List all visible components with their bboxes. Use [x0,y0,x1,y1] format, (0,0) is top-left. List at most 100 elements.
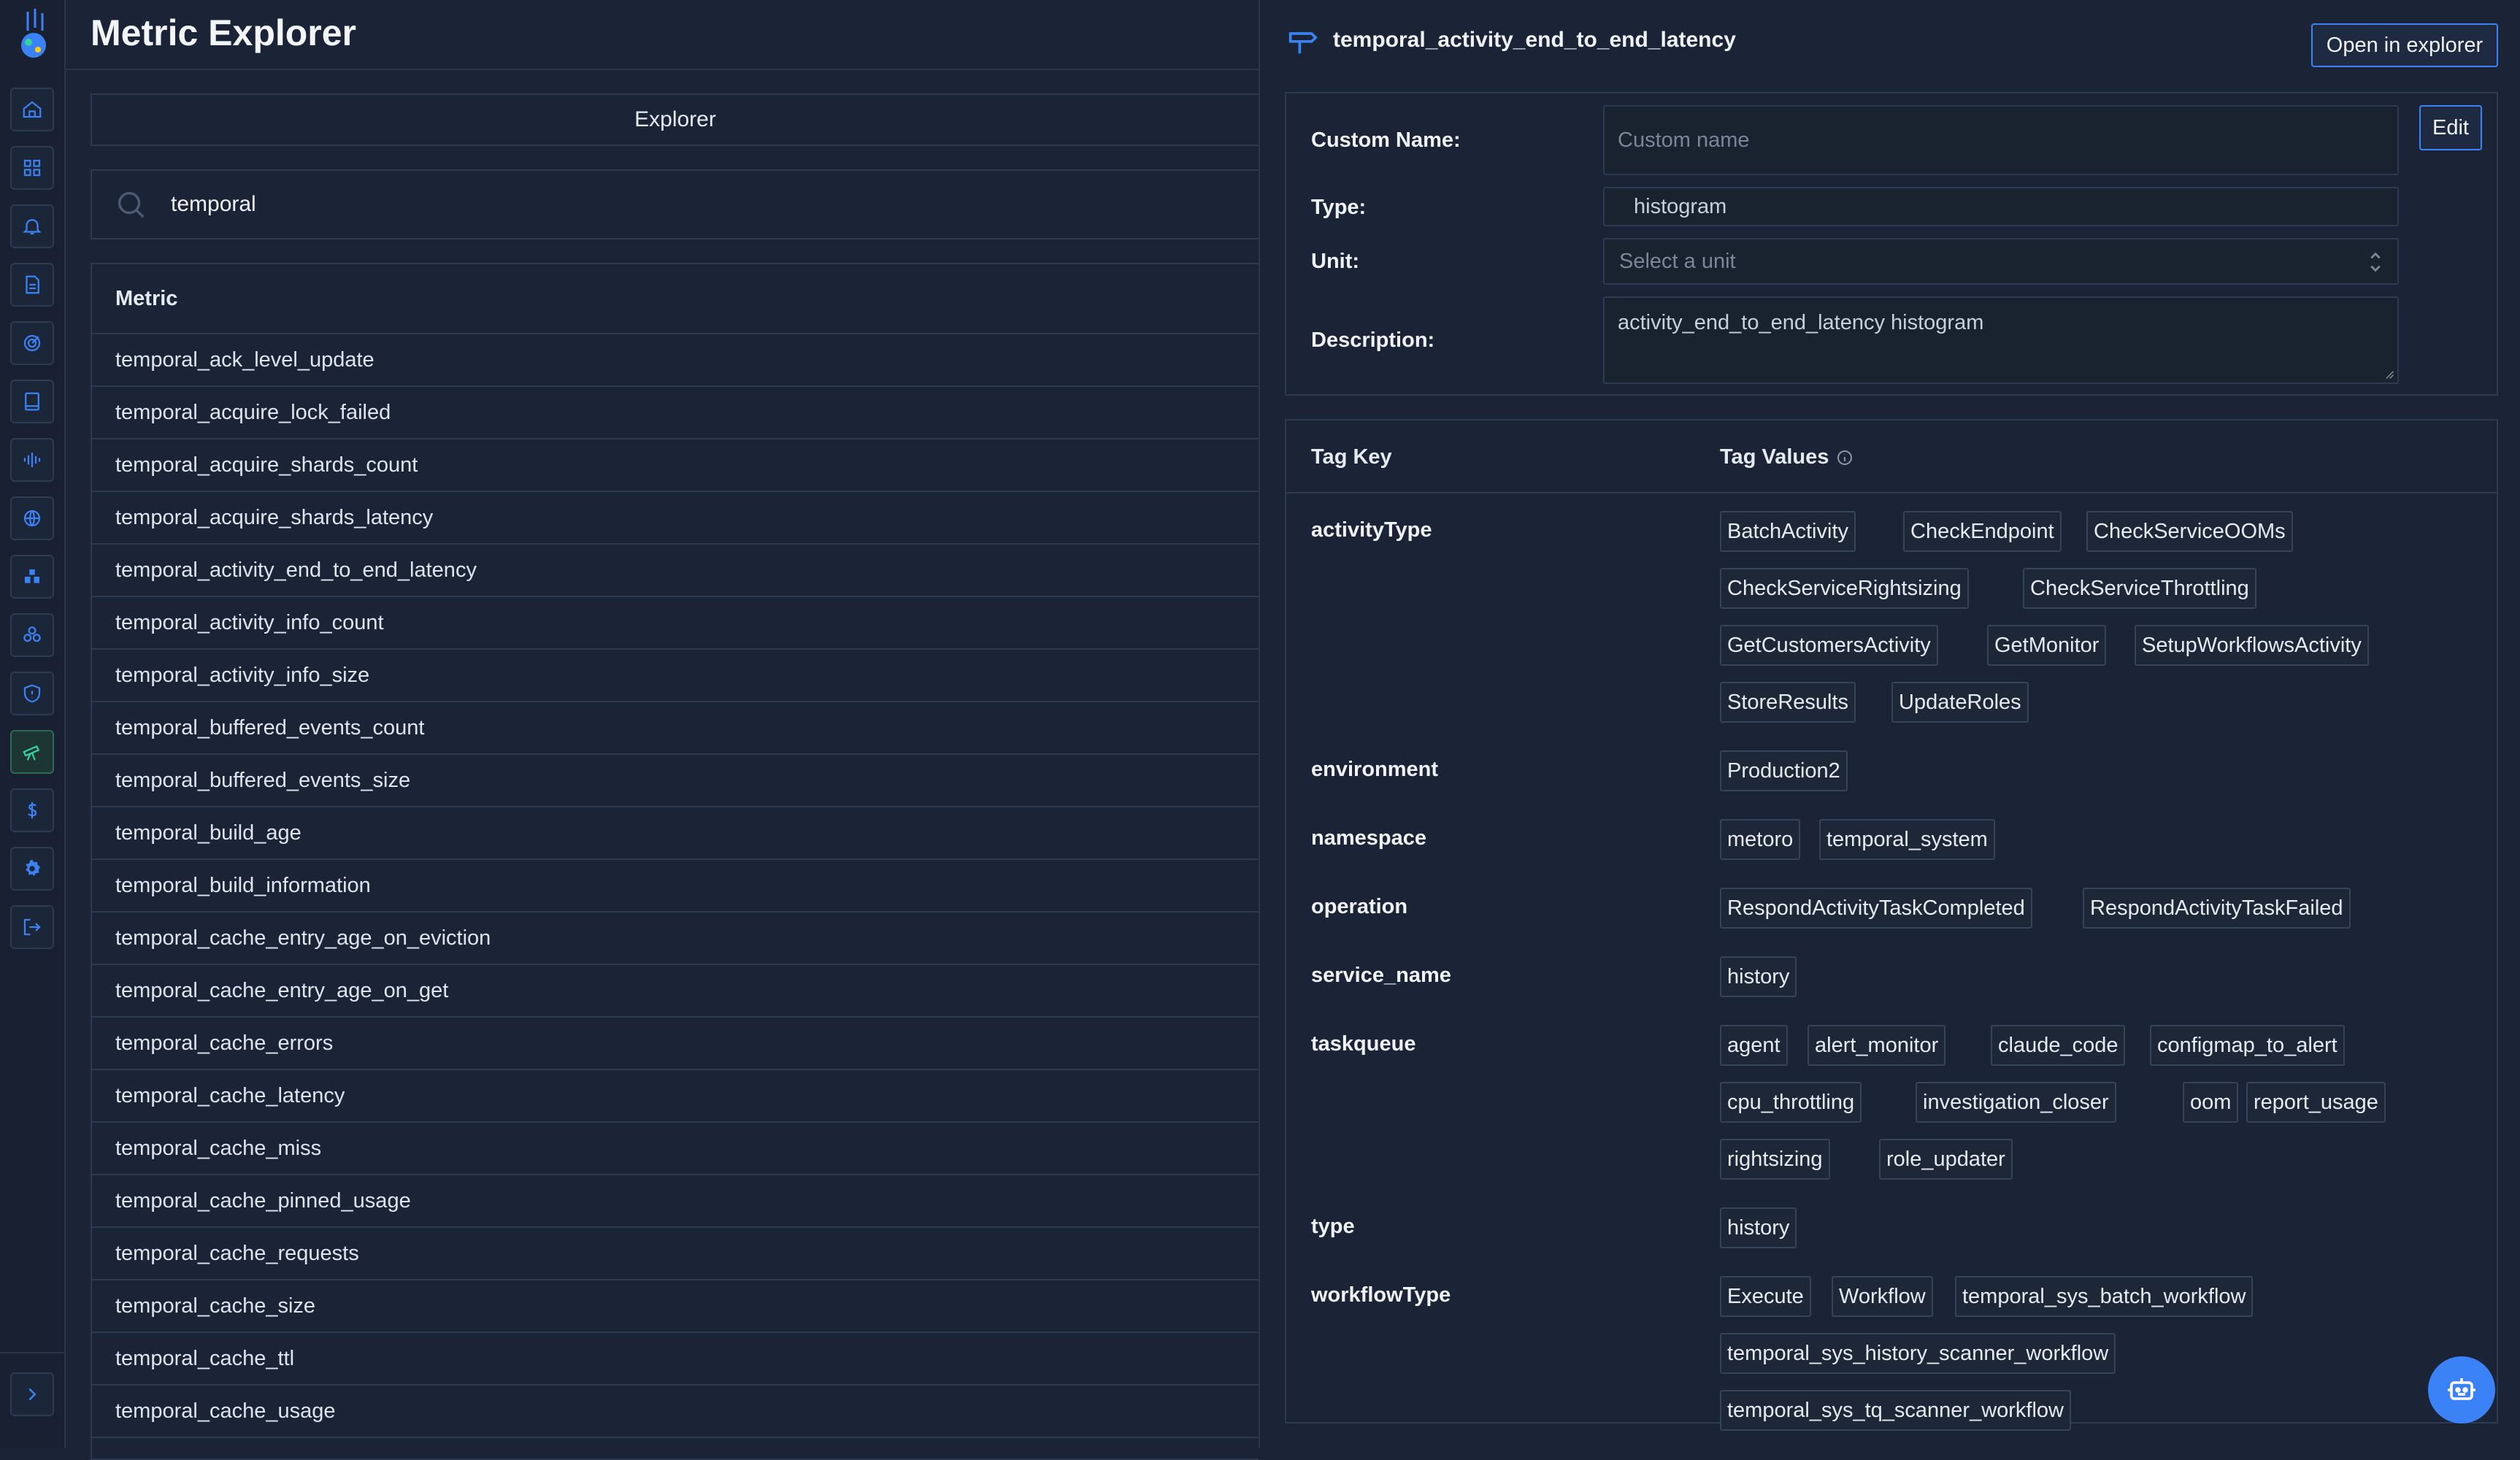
sidebar-item-docs[interactable] [10,380,54,423]
metric-row[interactable]: temporal_cache_latency [92,1070,1259,1123]
tag-value-chip[interactable]: temporal_sys_tq_scanner_workflow [1720,1390,2071,1431]
gear-icon [26,859,41,876]
sidebar-item-network[interactable] [10,496,54,540]
type-label: Type: [1311,196,1367,219]
metric-row[interactable]: temporal_cache_requests [92,1228,1259,1280]
tag-value-chip[interactable]: Production2 [1720,750,1848,791]
sidebar-item-billing[interactable] [10,788,54,832]
tag-value-chip[interactable]: temporal_system [1819,819,1995,860]
metric-row[interactable]: temporal_cache_size [92,1280,1259,1333]
tag-value-chip[interactable]: oom [2183,1082,2239,1123]
open-in-explorer-button[interactable]: Open in explorer [2311,23,2498,67]
metric-row[interactable]: temporal_buffered_events_count [92,702,1259,755]
metric-row[interactable]: temporal_cache_ttl [92,1333,1259,1386]
tag-value-chip[interactable]: rightsizing [1720,1139,1830,1180]
shield-icon [23,684,41,703]
tag-value-chip[interactable]: history [1720,956,1797,997]
tag-value-chip[interactable]: CheckEndpoint [1903,511,2062,552]
unit-label: Unit: [1311,250,1360,273]
sidebar-item-alerts[interactable] [10,204,54,248]
sidebar-expand-button[interactable] [10,1372,54,1416]
tag-value-chip[interactable]: RespondActivityTaskCompleted [1720,888,2032,929]
tag-value-chip[interactable]: temporal_sys_batch_workflow [1955,1276,2254,1317]
resize-grip-icon[interactable] [2383,368,2394,380]
description-label: Description: [1311,328,1435,352]
sidebar-item-dashboards[interactable] [10,146,54,190]
tag-key: namespace [1311,826,1426,850]
tag-value-chip[interactable]: StoreResults [1720,682,1856,723]
metric-row[interactable]: temporal_build_information [92,860,1259,912]
metric-row[interactable]: temporal_cache_entry_age_on_get [92,965,1259,1018]
metric-row[interactable]: temporal_acquire_shards_count [92,439,1259,492]
metric-row[interactable]: temporal_activity_info_count [92,597,1259,650]
tag-key: operation [1311,895,1408,918]
metric-row[interactable]: temporal_cache_errors [92,1018,1259,1070]
telescope-icon [23,745,40,761]
metric-row[interactable]: temporal_cache_miss [92,1123,1259,1175]
metric-row[interactable]: temporal_ack_level_update [92,334,1259,387]
sidebar-item-traces[interactable] [10,321,54,365]
sidebar-item-services[interactable] [10,613,54,657]
sidebar-item-home[interactable] [10,88,54,131]
metric-row[interactable]: temporal_activity_end_to_end_latency [92,545,1259,597]
tab-explorer[interactable]: Explorer [91,93,1259,146]
tag-value-chip[interactable]: Execute [1720,1276,1811,1317]
tag-value-chip[interactable]: Workflow [1832,1276,1933,1317]
metric-row[interactable]: temporal_cache_usage [92,1386,1259,1438]
tag-value-chip[interactable]: UpdateRoles [1891,682,2029,723]
custom-name-input[interactable]: Custom name [1603,105,2399,175]
tag-value-chip[interactable]: BatchActivity [1720,511,1856,552]
tag-value-chip[interactable]: investigation_closer [1916,1082,2116,1123]
robot-icon [2448,1378,2475,1400]
sidebar-item-infrastructure[interactable] [10,555,54,599]
sidebar-item-logs[interactable] [10,263,54,307]
sidebar-item-metric-explorer[interactable] [10,730,54,774]
tag-value-chip[interactable]: SetupWorkflowsActivity [2135,625,2369,666]
info-icon[interactable] [1836,449,1853,466]
metric-row[interactable]: temporal_build_age [92,807,1259,860]
hexagons-icon [23,626,41,642]
edit-button[interactable]: Edit [2419,105,2482,150]
tag-value-chip[interactable]: claude_code [1991,1025,2126,1066]
tag-value-chip[interactable]: RespondActivityTaskFailed [2083,888,2351,929]
metric-table: Metric temporal_ack_level_update temporal… [91,263,1259,1460]
search-box [91,169,1259,239]
tag-value-chip[interactable]: GetMonitor [1987,625,2107,666]
type-field: histogram [1603,187,2399,226]
metric-row[interactable]: temporal_acquire_lock_failed [92,387,1259,439]
metric-row[interactable]: temporal_cache_pinned_usage [92,1175,1259,1228]
dollar-icon [28,802,37,819]
sidebar-item-profiling[interactable] [10,438,54,482]
tag-value-chip[interactable]: alert_monitor [1808,1025,1946,1066]
tag-value-chip[interactable]: CheckServiceOOMs [2086,511,2293,552]
sidebar [0,0,66,1448]
metric-column-header: Metric [92,264,1259,334]
tag-value-chip[interactable]: GetCustomersActivity [1720,625,1938,666]
metric-row[interactable]: temporal_activity_info_size [92,650,1259,702]
assistant-button[interactable] [2428,1356,2495,1424]
tag-value-chip[interactable]: configmap_to_alert [2150,1025,2345,1066]
search-input[interactable] [169,191,1121,218]
tag-value-chip[interactable]: metoro [1720,819,1801,860]
header-divider [66,69,1259,70]
metric-title: temporal_activity_end_to_end_latency [1333,28,1736,52]
unit-select[interactable]: Select a unit [1603,238,2399,285]
tag-key: service_name [1311,964,1451,987]
tag-value-chip[interactable]: CheckServiceThrottling [2023,568,2256,609]
tag-value-chip[interactable]: history [1720,1207,1797,1248]
tag-value-chip[interactable]: CheckServiceRightsizing [1720,568,1969,609]
tag-value-chip[interactable]: cpu_throttling [1720,1082,1862,1123]
tag-value-chip[interactable]: agent [1720,1025,1788,1066]
metric-row[interactable]: temporal_acquire_shards_latency [92,492,1259,545]
metric-row[interactable]: temporal_cache_entry_age_on_eviction [92,912,1259,965]
tag-value-chip[interactable]: report_usage [2246,1082,2386,1123]
dashboard-icon [23,159,41,177]
tag-value-chip[interactable]: temporal_sys_history_scanner_workflow [1720,1333,2116,1374]
sidebar-item-logout[interactable] [10,905,54,949]
tag-value-chip[interactable]: role_updater [1879,1139,2013,1180]
description-textarea[interactable]: activity_end_to_end_latency histogram [1603,296,2399,384]
tag-values-header-label: Tag Values [1720,445,1829,469]
sidebar-item-settings[interactable] [10,847,54,891]
metric-row[interactable]: temporal_buffered_events_size [92,755,1259,807]
sidebar-item-security[interactable] [10,672,54,715]
